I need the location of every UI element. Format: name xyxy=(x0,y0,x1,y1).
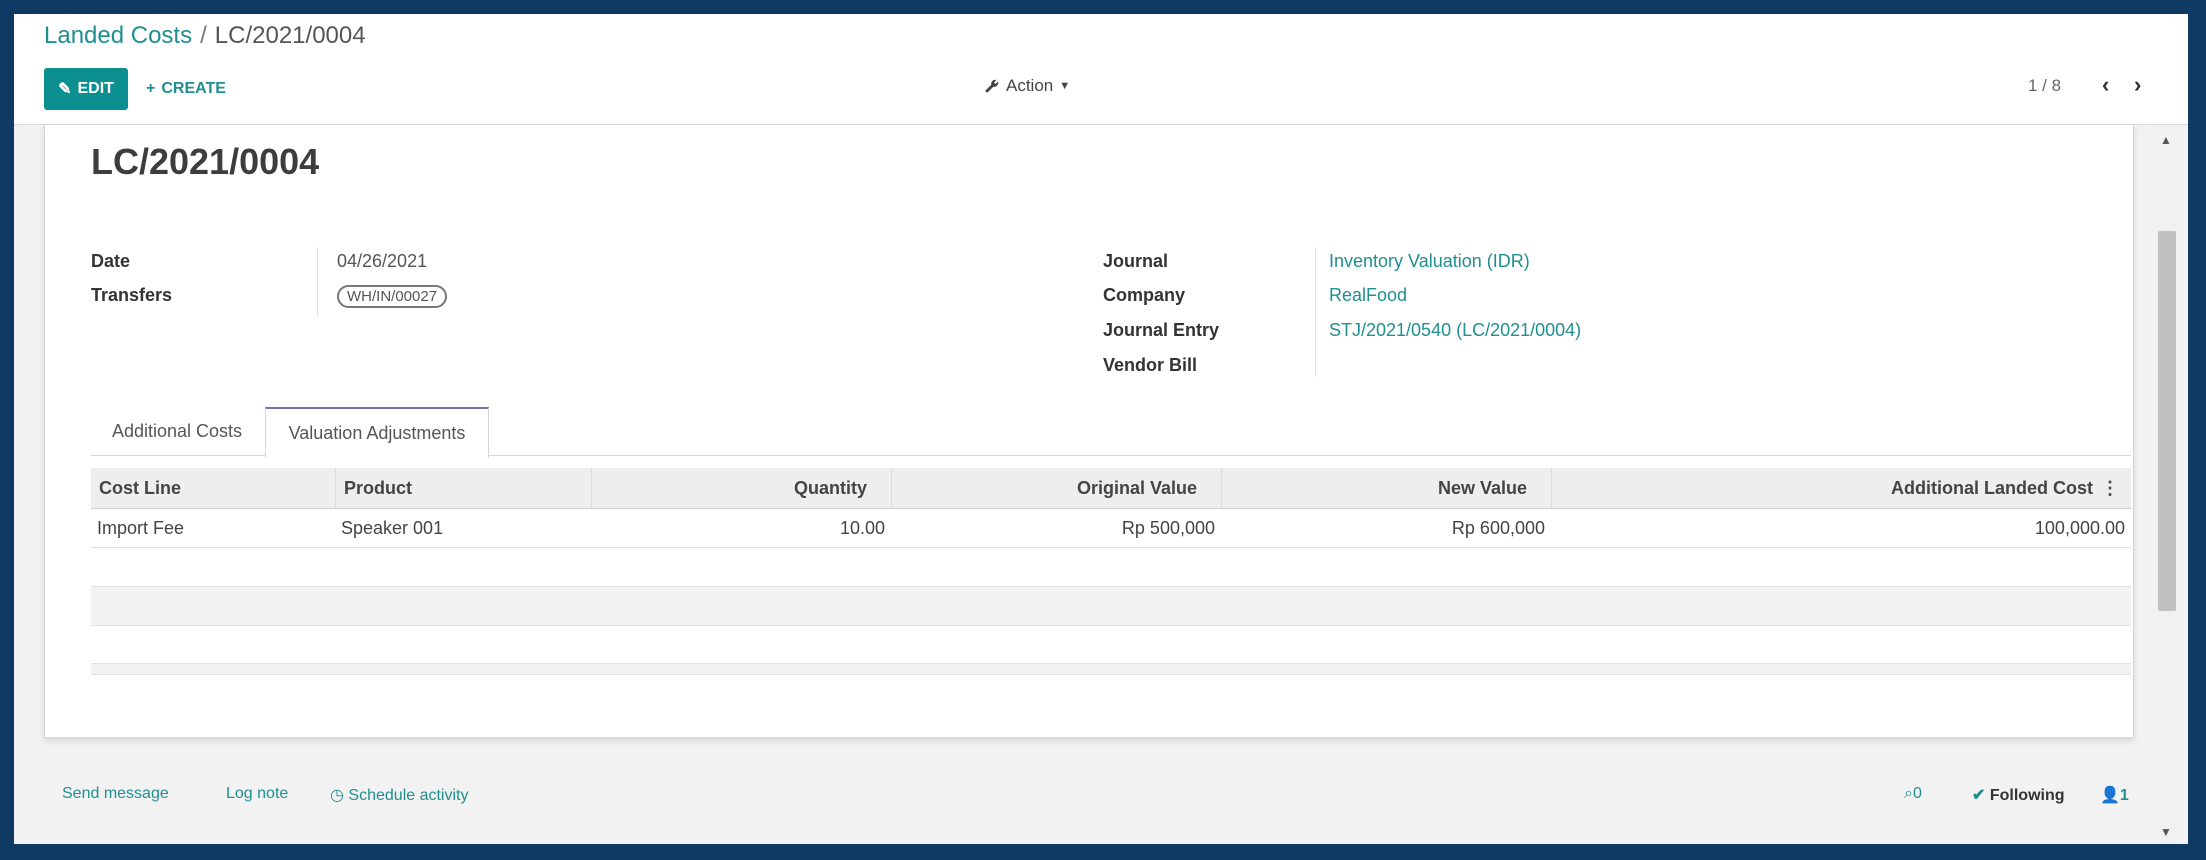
paperclip-icon: ⌕ xyxy=(1904,785,1913,802)
cell-additional-landed-cost: 100,000.00 xyxy=(2034,517,2125,538)
cell-cost-line: Import Fee xyxy=(97,517,185,538)
table-footer xyxy=(91,664,2131,675)
form-sheet: LC/2021/0004 Date Transfers 04/26/2021 W… xyxy=(44,125,2134,738)
followers-button[interactable]: 👤1 xyxy=(2100,785,2129,805)
attachments-button[interactable]: ⌕0 xyxy=(1904,785,1922,803)
schedule-activity-button[interactable]: ◷ Schedule activity xyxy=(330,785,468,805)
journal-entry-link[interactable]: STJ/2021/0540 (LC/2021/0004) xyxy=(1329,320,1581,341)
chatter-bar: Send message Log note ◷ Schedule activit… xyxy=(44,767,2134,827)
scrollbar-thumb[interactable] xyxy=(2158,231,2176,611)
check-icon: ✔ xyxy=(1972,787,1986,804)
cell-quantity: 10.00 xyxy=(839,517,885,538)
edit-button[interactable]: ✎ EDIT xyxy=(44,68,128,110)
journal-link[interactable]: Inventory Valuation (IDR) xyxy=(1329,251,1530,272)
notebook-tabs: Additional Costs Valuation Adjustments xyxy=(91,407,2131,458)
chevron-left-icon[interactable]: ‹ xyxy=(2102,72,2109,98)
edit-button-label: EDIT xyxy=(77,80,114,97)
pager-value[interactable]: 1 / 8 xyxy=(2028,76,2061,96)
following-button[interactable]: ✔ Following xyxy=(1972,785,2065,805)
table-row[interactable]: Import Fee Speaker 001 10.00 Rp 500,000 … xyxy=(91,509,2131,548)
field-divider xyxy=(317,247,318,317)
send-message-button[interactable]: Send message xyxy=(62,785,169,803)
transfers-label: Transfers xyxy=(91,285,173,305)
scroll-down-arrow-icon[interactable]: ▼ xyxy=(2160,825,2172,839)
followers-count: 1 xyxy=(2119,787,2129,804)
date-value[interactable]: 04/26/2021 xyxy=(337,251,427,272)
following-label: Following xyxy=(1989,787,2065,804)
field-divider xyxy=(1315,247,1316,377)
record-title: LC/2021/0004 xyxy=(91,141,320,182)
cell-original-value: Rp 500,000 xyxy=(1121,517,1215,538)
chevron-right-icon[interactable]: › xyxy=(2134,72,2141,98)
table-empty-row xyxy=(91,626,2131,664)
schedule-activity-label: Schedule activity xyxy=(348,787,469,804)
company-label: Company xyxy=(1103,285,1186,305)
action-dropdown[interactable]: Action ▼ xyxy=(984,76,1070,96)
app-frame: Landed Costs / LC/2021/0004 ✎ EDIT + CREAT… xyxy=(14,14,2188,844)
date-label: Date xyxy=(91,251,131,271)
breadcrumb: Landed Costs / LC/2021/0004 xyxy=(44,22,366,50)
action-label: Action xyxy=(1006,76,1054,95)
vendor-bill-label: Vendor Bill xyxy=(1103,355,1198,375)
breadcrumb-current: LC/2021/0004 xyxy=(214,22,366,49)
tab-valuation-adjustments[interactable]: Valuation Adjustments xyxy=(265,407,489,458)
pencil-icon: ✎ xyxy=(58,81,72,98)
table-empty-row xyxy=(91,548,2131,587)
journal-entry-label: Journal Entry xyxy=(1103,320,1220,340)
transfer-tag[interactable]: WH/IN/00027 xyxy=(337,285,448,308)
log-note-button[interactable]: Log note xyxy=(226,785,288,803)
wrench-icon xyxy=(985,79,999,93)
cell-product: Speaker 001 xyxy=(341,517,444,538)
breadcrumb-root-link[interactable]: Landed Costs xyxy=(44,22,192,49)
create-button-label: CREATE xyxy=(161,80,226,97)
column-header-quantity[interactable]: Quantity xyxy=(591,468,891,508)
plus-icon: + xyxy=(146,80,156,97)
column-header-additional-landed-cost[interactable]: Additional Landed Cost xyxy=(1551,468,2131,508)
clock-icon: ◷ xyxy=(330,787,344,804)
column-header-original-value[interactable]: Original Value xyxy=(891,468,1221,508)
table-header: Cost Line Product Quantity Original Valu… xyxy=(91,468,2131,509)
scroll-up-arrow-icon[interactable]: ▲ xyxy=(2160,133,2172,147)
company-link[interactable]: RealFood xyxy=(1329,285,1407,306)
table-empty-row xyxy=(91,587,2131,626)
journal-label: Journal xyxy=(1103,251,1169,271)
breadcrumb-separator: / xyxy=(200,22,207,49)
user-icon: 👤 xyxy=(2100,787,2120,804)
caret-down-icon: ▼ xyxy=(1059,80,1071,92)
cell-new-value: Rp 600,000 xyxy=(1451,517,1545,538)
attachments-count: 0 xyxy=(1912,785,1922,802)
column-header-cost-line[interactable]: Cost Line xyxy=(91,468,335,508)
tab-additional-costs[interactable]: Additional Costs xyxy=(91,407,263,455)
control-panel: Landed Costs / LC/2021/0004 ✎ EDIT + CREAT… xyxy=(14,14,2188,125)
content-area: LC/2021/0004 Date Transfers 04/26/2021 W… xyxy=(14,125,2188,844)
column-header-new-value[interactable]: New Value xyxy=(1221,468,1551,508)
kebab-icon[interactable]: ⋮ xyxy=(2101,478,2119,499)
column-header-product[interactable]: Product xyxy=(335,468,591,508)
create-button[interactable]: + CREATE xyxy=(146,68,226,110)
